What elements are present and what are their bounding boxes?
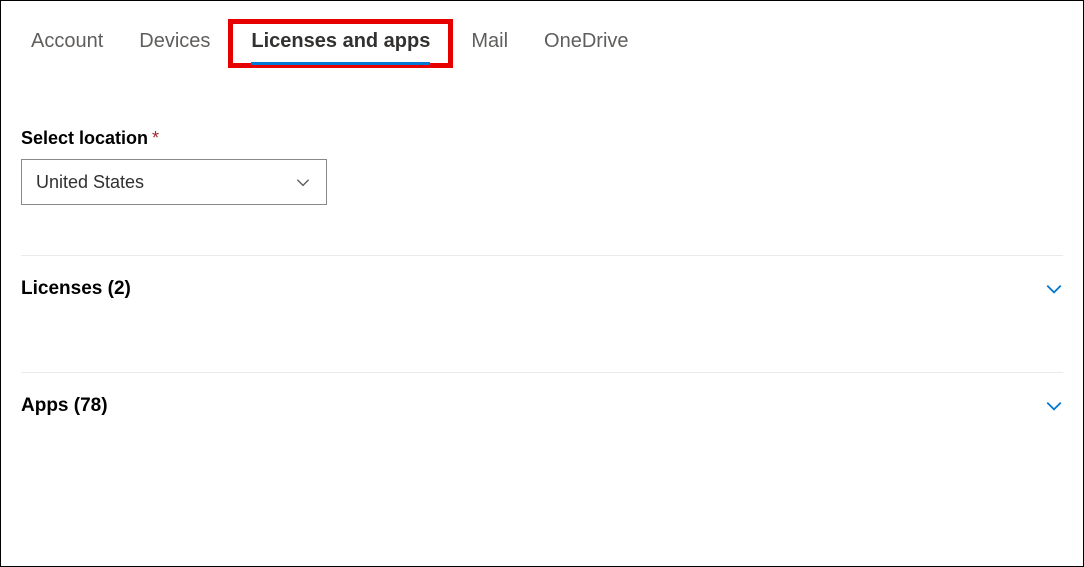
tab-highlight-box: Licenses and apps [228, 19, 453, 68]
tab-mail[interactable]: Mail [453, 24, 526, 63]
select-location-label: Select location * [21, 128, 1063, 149]
user-detail-panel: Account Devices Licenses and apps Mail O… [1, 1, 1083, 439]
apps-label: Apps [21, 395, 69, 416]
chevron-down-icon [1045, 280, 1063, 298]
apps-count: 78 [80, 395, 101, 416]
apps-title: Apps (78) [21, 395, 108, 417]
chevron-down-icon [1045, 397, 1063, 415]
required-asterisk: * [152, 128, 159, 149]
chevron-down-icon [294, 173, 312, 191]
tab-devices[interactable]: Devices [121, 24, 228, 63]
tab-licenses-apps[interactable]: Licenses and apps [233, 24, 448, 63]
location-value: United States [36, 172, 144, 193]
spacer [21, 322, 1063, 372]
licenses-label: Licenses [21, 278, 102, 299]
licenses-accordion[interactable]: Licenses (2) [21, 256, 1063, 322]
tab-account[interactable]: Account [21, 24, 121, 63]
apps-accordion[interactable]: Apps (78) [21, 373, 1063, 439]
location-dropdown[interactable]: United States [21, 159, 327, 205]
licenses-count: 2 [114, 278, 125, 299]
select-location-text: Select location [21, 128, 148, 149]
licenses-title: Licenses (2) [21, 278, 131, 300]
tab-onedrive[interactable]: OneDrive [526, 24, 646, 63]
tab-bar: Account Devices Licenses and apps Mail O… [21, 19, 1063, 68]
